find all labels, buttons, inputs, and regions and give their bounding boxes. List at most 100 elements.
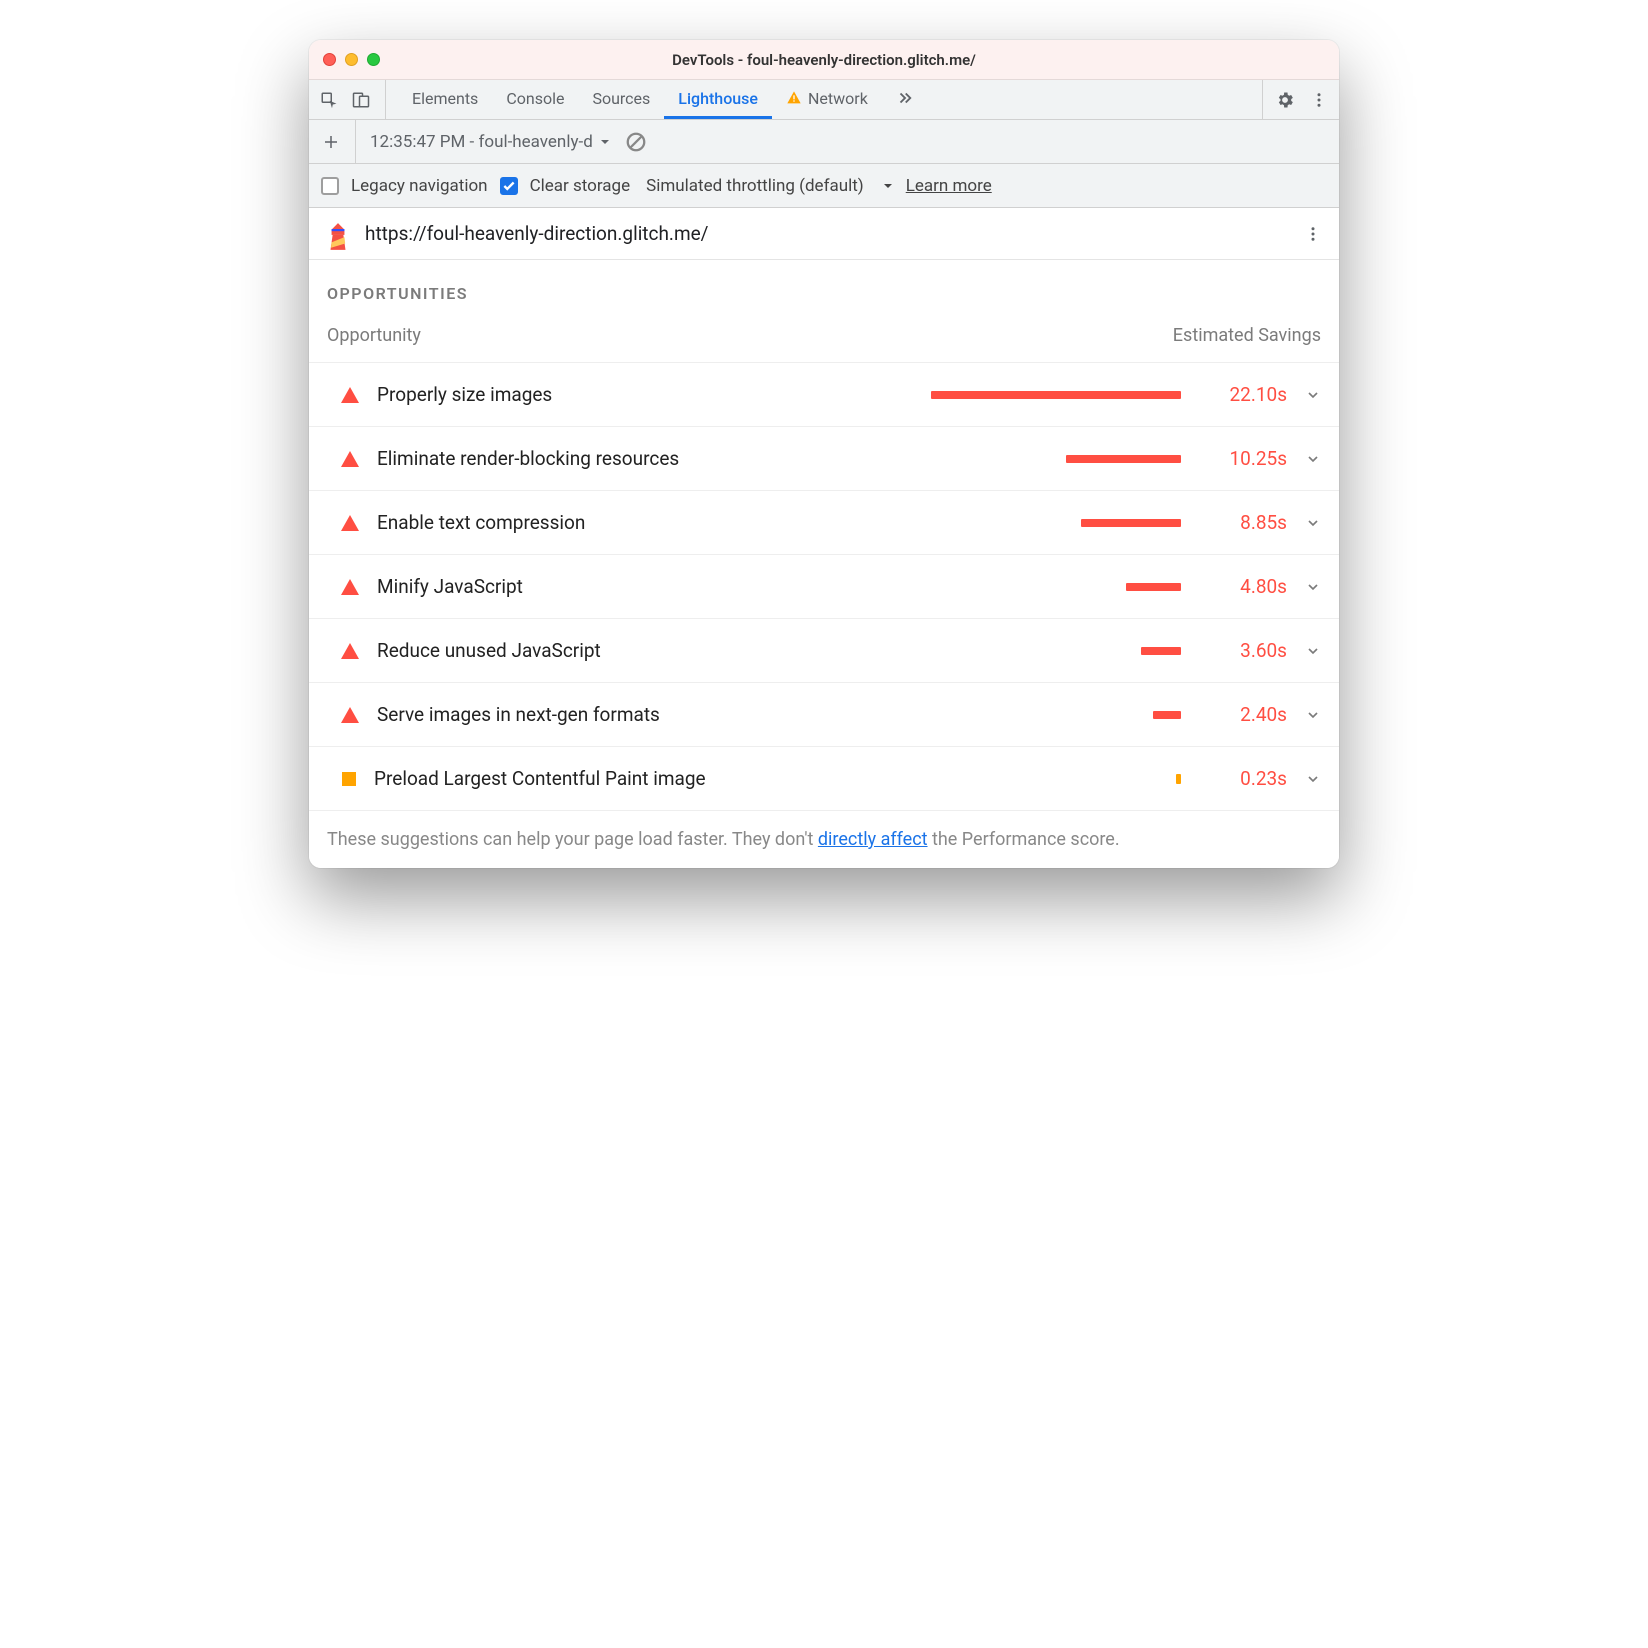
chevron-down-icon[interactable]: [1305, 515, 1321, 531]
tab-label: Lighthouse: [678, 89, 758, 108]
chevron-down-icon[interactable]: [1305, 771, 1321, 787]
chevron-down-icon[interactable]: [1305, 451, 1321, 467]
window-title: DevTools - foul-heavenly-direction.glitc…: [309, 51, 1339, 69]
tab-sources[interactable]: Sources: [578, 80, 664, 119]
opportunity-row[interactable]: Eliminate render-blocking resources10.25…: [309, 426, 1339, 490]
savings-bar: [1153, 711, 1181, 719]
footnote: These suggestions can help your page loa…: [309, 811, 1339, 850]
savings-bar-track: [755, 391, 1189, 399]
opportunity-label: Preload Largest Contentful Paint image: [374, 767, 734, 790]
fail-triangle-icon: [341, 515, 359, 531]
device-icon[interactable]: [351, 90, 371, 110]
run-settings: Legacy navigation Clear storage Simulate…: [309, 164, 1339, 208]
clear-icon[interactable]: [625, 131, 647, 153]
opportunity-label: Serve images in next-gen formats: [377, 703, 737, 726]
savings-bar-track: [755, 583, 1189, 591]
tab-label: Console: [506, 89, 564, 108]
report-menu-kebab-icon[interactable]: [1303, 224, 1323, 244]
opportunity-label: Enable text compression: [377, 511, 737, 534]
chevron-down-icon[interactable]: [1305, 643, 1321, 659]
opportunity-list: Properly size images 22.10s Eliminate rend…: [309, 362, 1339, 811]
footnote-pre: These suggestions can help your page loa…: [327, 829, 818, 850]
traffic-lights: [323, 53, 380, 66]
savings-bar-track: [755, 519, 1189, 527]
devtools-window: DevTools - foul-heavenly-direction.glitc…: [309, 40, 1339, 868]
window-titlebar: DevTools - foul-heavenly-direction.glitc…: [309, 40, 1339, 80]
tab-overflow[interactable]: [882, 80, 928, 119]
footnote-post: the Performance score.: [928, 829, 1120, 850]
tab-label: Elements: [412, 89, 478, 108]
panel-tabs: Elements Console Sources Lighthouse Netw…: [309, 80, 1339, 120]
opportunity-row[interactable]: Preload Largest Contentful Paint image 0.…: [309, 746, 1339, 811]
chevron-right-double-icon: [896, 89, 914, 107]
savings-bar-track: [755, 711, 1189, 719]
chevron-down-icon[interactable]: [882, 180, 894, 192]
opportunity-label: Properly size images: [377, 383, 737, 406]
savings-value: 4.80s: [1207, 575, 1287, 598]
tab-console[interactable]: Console: [492, 80, 578, 119]
kebab-icon[interactable]: [1309, 90, 1329, 110]
opportunity-row[interactable]: Serve images in next-gen formats 2.40s: [309, 682, 1339, 746]
new-report-button[interactable]: [321, 133, 341, 151]
savings-value: 22.10s: [1207, 383, 1287, 406]
section-title: OPPORTUNITIES: [309, 274, 1339, 319]
fail-triangle-icon: [341, 707, 359, 723]
tab-lighthouse[interactable]: Lighthouse: [664, 80, 772, 119]
tab-label: Sources: [592, 89, 650, 108]
warning-icon: [786, 90, 802, 106]
clear-storage-checkbox[interactable]: [500, 177, 518, 195]
savings-bar: [1176, 774, 1181, 784]
divider: [355, 120, 356, 163]
close-icon[interactable]: [323, 53, 336, 66]
opportunities-section: OPPORTUNITIES Opportunity Estimated Savi…: [309, 260, 1339, 868]
gear-icon[interactable]: [1275, 90, 1295, 110]
savings-bar: [1066, 455, 1181, 463]
report-selector[interactable]: 12:35:47 PM - foul-heavenly-d: [370, 132, 611, 152]
opportunity-row[interactable]: Enable text compression 8.85s: [309, 490, 1339, 554]
opportunity-row[interactable]: Minify JavaScript 4.80s: [309, 554, 1339, 618]
minimize-icon[interactable]: [345, 53, 358, 66]
footnote-link[interactable]: directly affect: [818, 829, 928, 850]
legacy-nav-label: Legacy navigation: [351, 176, 488, 196]
fail-triangle-icon: [341, 387, 359, 403]
inspect-icon[interactable]: [319, 90, 339, 110]
report-url-row: https://foul-heavenly-direction.glitch.m…: [309, 208, 1339, 260]
legacy-nav-checkbox[interactable]: [321, 177, 339, 195]
fail-triangle-icon: [341, 451, 359, 467]
chevron-down-icon: [599, 136, 611, 148]
opportunity-label: Reduce unused JavaScript: [377, 639, 737, 662]
col-opportunity: Opportunity: [327, 325, 1173, 346]
savings-bar-track: [755, 647, 1189, 655]
savings-bar-track: [755, 455, 1189, 463]
savings-bar: [1126, 583, 1181, 591]
opportunity-label: Minify JavaScript: [377, 575, 737, 598]
savings-value: 10.25s: [1207, 447, 1287, 470]
opportunity-row[interactable]: Properly size images 22.10s: [309, 362, 1339, 426]
zoom-icon[interactable]: [367, 53, 380, 66]
opportunity-row[interactable]: Reduce unused JavaScript 3.60s: [309, 618, 1339, 682]
report-selector-label: 12:35:47 PM - foul-heavenly-d: [370, 132, 593, 152]
tab-elements[interactable]: Elements: [398, 80, 492, 119]
chevron-down-icon[interactable]: [1305, 707, 1321, 723]
savings-value: 2.40s: [1207, 703, 1287, 726]
savings-bar: [1141, 647, 1181, 655]
fail-triangle-icon: [341, 579, 359, 595]
chevron-down-icon[interactable]: [1305, 387, 1321, 403]
savings-value: 3.60s: [1207, 639, 1287, 662]
tested-url: https://foul-heavenly-direction.glitch.m…: [365, 222, 1289, 245]
clear-storage-label: Clear storage: [530, 176, 631, 196]
tab-strip: Elements Console Sources Lighthouse Netw…: [398, 80, 928, 119]
savings-value: 8.85s: [1207, 511, 1287, 534]
average-square-icon: [342, 772, 356, 786]
savings-value: 0.23s: [1207, 767, 1287, 790]
tab-network[interactable]: Network: [772, 80, 882, 119]
savings-bar: [931, 391, 1181, 399]
lighthouse-icon: [325, 221, 351, 247]
throttling-label: Simulated throttling (default): [646, 176, 864, 196]
chevron-down-icon[interactable]: [1305, 579, 1321, 595]
learn-more-link[interactable]: Learn more: [906, 176, 992, 196]
columns-header: Opportunity Estimated Savings: [309, 319, 1339, 362]
lighthouse-toolbar: 12:35:47 PM - foul-heavenly-d: [309, 120, 1339, 164]
fail-triangle-icon: [341, 643, 359, 659]
savings-bar: [1081, 519, 1181, 527]
